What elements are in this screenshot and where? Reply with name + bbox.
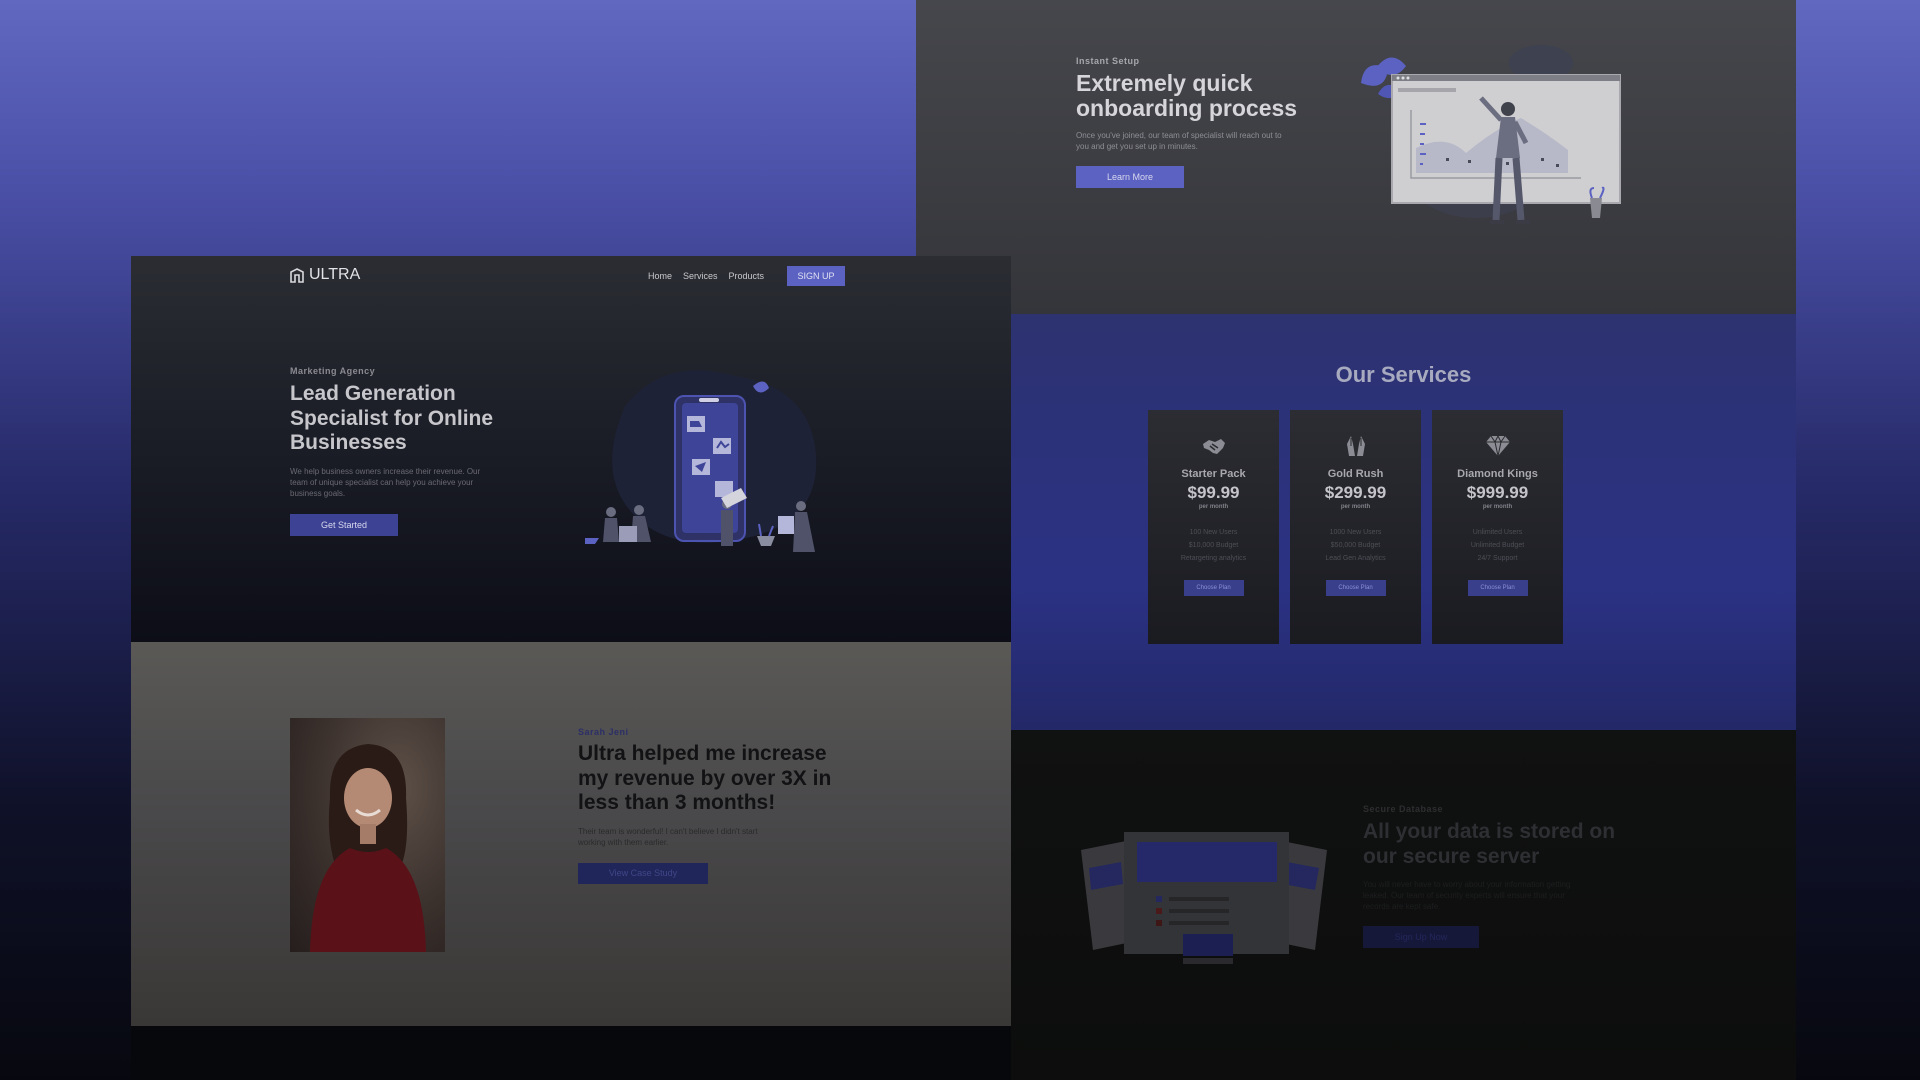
testimonial-section: Sarah Jeni Ultra helped me increase my r… <box>131 642 1011 1026</box>
plan-feature: Retargeting analytics <box>1180 555 1247 562</box>
hero-description: We help business owners increase their r… <box>290 466 481 498</box>
secure-description: You will never have to worry about your … <box>1363 880 1571 911</box>
plan-period: per month <box>1198 504 1229 510</box>
plan-price: $999.99 <box>1466 483 1529 502</box>
pricing-card-diamond: Diamond Kings $999.99 per month Unlimite… <box>1432 410 1563 644</box>
testimonial-text: Sarah Jeni Ultra helped me increase my r… <box>578 727 838 884</box>
secure-eyebrow: Secure Database <box>1363 804 1444 814</box>
plan-feature: Unlimited Users <box>1472 529 1523 536</box>
choose-plan-button[interactable]: Choose Plan <box>1325 580 1386 596</box>
pricing-card-gold: Gold Rush $299.99 per month 1000 New Use… <box>1290 410 1421 644</box>
onboarding-section: Instant Setup Extremely quick onboarding… <box>916 0 1796 314</box>
nav-links: Home Services Products <box>648 271 764 281</box>
onboarding-title: Extremely quick onboarding process <box>1076 70 1298 121</box>
onboarding-text: Instant Setup Extremely quick onboarding… <box>1076 56 1356 188</box>
plan-feature: $10,000 Budget <box>1188 542 1239 549</box>
plan-name: Diamond Kings <box>1457 468 1538 480</box>
plan-name: Starter Pack <box>1181 468 1246 480</box>
get-started-button[interactable]: Get Started <box>290 513 398 536</box>
pricing-card-starter: Starter Pack $99.99 per month 100 New Us… <box>1148 410 1279 644</box>
pricing-cards: Starter Pack $99.99 per month 100 New Us… <box>1148 410 1563 644</box>
handshake-icon <box>1148 434 1279 458</box>
page-footer-strip <box>131 1026 1011 1080</box>
plan-period: per month <box>1482 504 1513 510</box>
plan-feature: 100 New Users <box>1189 529 1238 536</box>
plan-feature: 1000 New Users <box>1329 529 1382 536</box>
diamond-icon <box>1432 434 1563 458</box>
brand-logo[interactable]: ULTRA <box>290 266 360 284</box>
plan-name: Gold Rush <box>1327 468 1384 480</box>
sign-up-now-button[interactable]: Sign Up Now <box>1363 926 1479 948</box>
plan-feature: 24/7 Support <box>1477 555 1518 562</box>
mobile-marketing-illustration <box>585 370 817 552</box>
learn-more-button[interactable]: Learn More <box>1076 166 1184 188</box>
plan-features: 1000 New Users $50,000 Budget Lead Gen A… <box>1290 526 1421 565</box>
plan-features: 100 New Users $10,000 Budget Retargeting… <box>1148 526 1279 565</box>
nav-home[interactable]: Home <box>648 271 672 281</box>
nav-services[interactable]: Services <box>683 271 718 281</box>
testimonial-description: Their team is wonderful! I can't believe… <box>578 826 758 847</box>
nav-products[interactable]: Products <box>729 271 765 281</box>
person-portrait <box>310 744 426 952</box>
services-title: Our Services <box>1335 362 1472 387</box>
plan-feature: Unlimited Budget <box>1470 542 1525 549</box>
navbar: ULTRA Home Services Products SIGN UP <box>131 266 1011 288</box>
secure-title: All your data is stored on our secure se… <box>1363 820 1616 868</box>
secure-text: Secure Database All your data is stored … <box>1363 804 1623 948</box>
database-screens-illustration <box>1081 832 1327 964</box>
brand-name: ULTRA <box>309 266 361 283</box>
hero-eyebrow: Marketing Agency <box>290 366 376 376</box>
hero-title: Lead Generation Specialist for Online Bu… <box>290 382 494 454</box>
testimonial-photo <box>290 718 445 952</box>
services-section: Our Services Starter Pack $99.99 per mon… <box>1011 314 1796 730</box>
secure-database-section: Secure Database All your data is stored … <box>1011 730 1796 1080</box>
testimonial-author: Sarah Jeni <box>578 727 629 737</box>
view-case-study-button[interactable]: View Case Study <box>578 862 708 884</box>
plan-period: per month <box>1340 504 1371 510</box>
hands-icon <box>1290 434 1421 458</box>
hero-text: Marketing Agency Lead Generation Special… <box>290 366 530 536</box>
hero-section: ULTRA Home Services Products SIGN UP Mar… <box>131 256 1011 642</box>
plan-feature: $50,000 Budget <box>1330 542 1381 549</box>
plan-features: Unlimited Users Unlimited Budget 24/7 Su… <box>1432 526 1563 565</box>
choose-plan-button[interactable]: Choose Plan <box>1183 580 1244 596</box>
ultra-logo-icon <box>290 267 304 283</box>
plan-feature: Lead Gen Analytics <box>1325 555 1386 562</box>
choose-plan-button[interactable]: Choose Plan <box>1467 580 1528 596</box>
testimonial-quote: Ultra helped me increase my revenue by o… <box>578 742 832 814</box>
plan-price: $299.99 <box>1324 483 1387 502</box>
plan-price: $99.99 <box>1187 483 1240 502</box>
onboarding-description: Once you've joined, our team of speciali… <box>1076 131 1282 151</box>
signup-button[interactable]: SIGN UP <box>787 266 845 286</box>
presentation-illustration <box>1361 45 1621 224</box>
onboarding-eyebrow: Instant Setup <box>1076 56 1140 66</box>
